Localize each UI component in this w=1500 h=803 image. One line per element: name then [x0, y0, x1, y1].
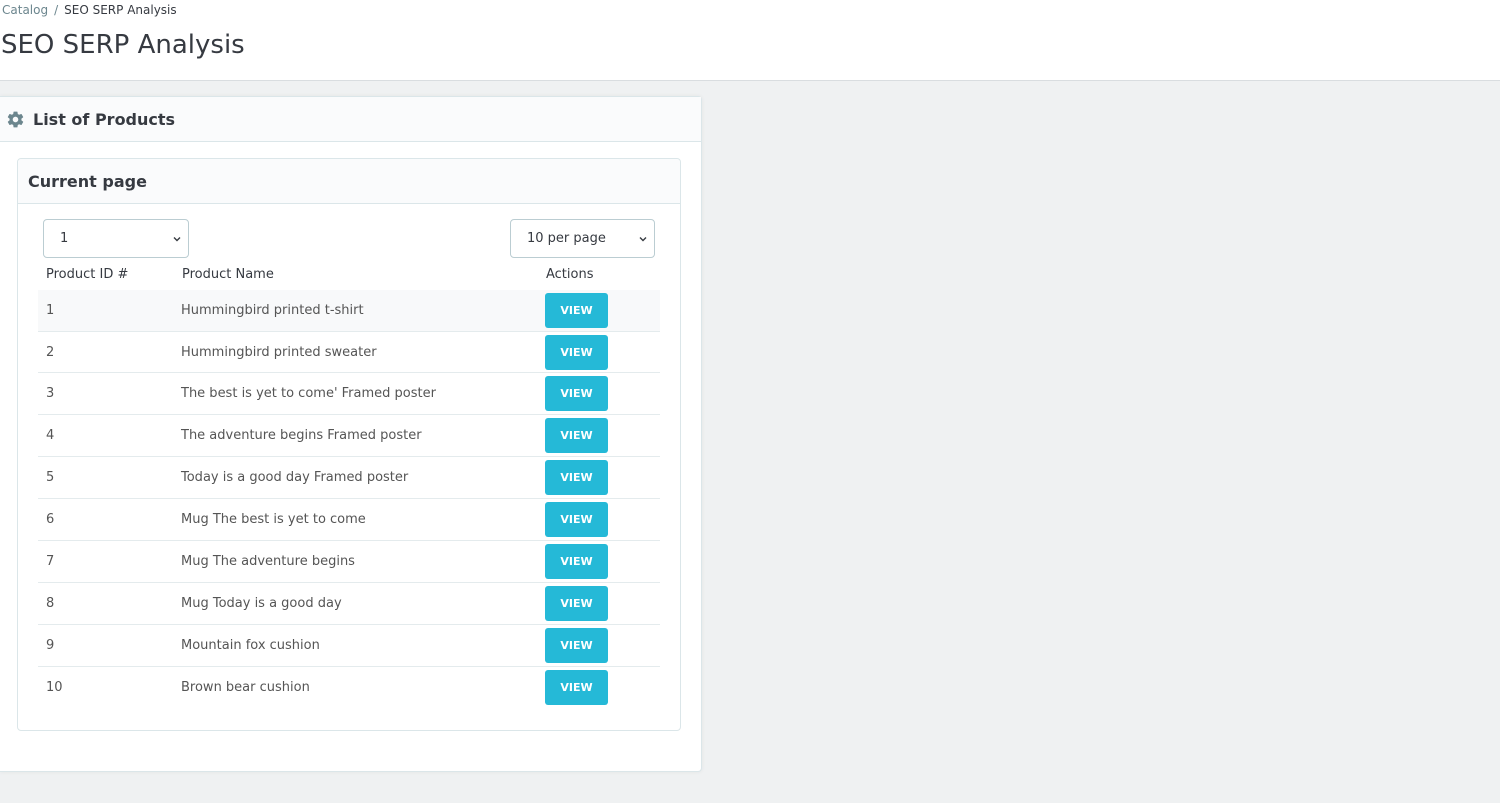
view-button[interactable]: VIEW [545, 502, 608, 537]
view-button[interactable]: VIEW [545, 293, 608, 328]
chevron-down-icon [639, 237, 647, 242]
view-button[interactable]: VIEW [545, 628, 608, 663]
panel-heading: List of Products [0, 97, 701, 142]
product-id-cell: 3 [46, 386, 55, 401]
table-row: 3 The best is yet to come' Framed poster… [38, 372, 660, 414]
table-row: 8 Mug Today is a good day VIEW [38, 582, 660, 624]
column-header-actions: Actions [546, 267, 594, 282]
view-button[interactable]: VIEW [545, 376, 608, 411]
products-panel: List of Products Current page 1 10 per p… [0, 96, 702, 772]
per-page-select-value: 10 per page [527, 231, 606, 246]
gear-icon [7, 111, 24, 127]
product-id-cell: 7 [46, 554, 55, 569]
product-name-cell: Mug The adventure begins [181, 554, 355, 569]
table-row: 4 The adventure begins Framed poster VIE… [38, 414, 660, 456]
table-row: 2 Hummingbird printed sweater VIEW [38, 331, 660, 372]
product-name-cell: Mountain fox cushion [181, 638, 320, 653]
product-id-cell: 10 [46, 680, 63, 695]
view-button[interactable]: VIEW [545, 460, 608, 495]
card-title: Current page [28, 171, 147, 191]
product-name-cell: Brown bear cushion [181, 680, 310, 695]
view-button[interactable]: VIEW [545, 670, 608, 705]
view-button[interactable]: VIEW [545, 544, 608, 579]
page-title: SEO SERP Analysis [1, 30, 245, 60]
table-row: 7 Mug The adventure begins VIEW [38, 540, 660, 582]
product-name-cell: The best is yet to come' Framed poster [181, 386, 436, 401]
page-number-select[interactable]: 1 [43, 219, 189, 258]
product-name-cell: Mug Today is a good day [181, 596, 342, 611]
view-button[interactable]: VIEW [545, 335, 608, 370]
breadcrumb-current: SEO SERP Analysis [64, 3, 177, 17]
product-id-cell: 4 [46, 428, 55, 443]
product-name-cell: Hummingbird printed sweater [181, 344, 377, 360]
table-row: 5 Today is a good day Framed poster VIEW [38, 456, 660, 498]
breadcrumb-link-catalog[interactable]: Catalog [2, 3, 48, 17]
product-id-cell: 1 [46, 303, 55, 318]
product-name-cell: Today is a good day Framed poster [181, 470, 409, 485]
table-row: 6 Mug The best is yet to come VIEW [38, 498, 660, 540]
product-id-cell: 6 [46, 512, 55, 527]
product-id-cell: 9 [46, 638, 55, 653]
table-row: 10 Brown bear cushion VIEW [38, 666, 660, 708]
product-table-body: 1 Hummingbird printed t-shirt VIEW 2 Hum… [38, 290, 660, 708]
product-id-cell: 5 [46, 470, 55, 485]
page-header: Catalog / SEO SERP Analysis SEO SERP Analy… [0, 0, 1500, 81]
view-button[interactable]: VIEW [545, 418, 608, 453]
breadcrumb: Catalog / SEO SERP Analysis [2, 2, 177, 18]
product-name-cell: The adventure begins Framed poster [181, 428, 422, 443]
table-row: 1 Hummingbird printed t-shirt VIEW [38, 290, 660, 331]
product-id-cell: 8 [46, 596, 55, 611]
product-name-cell: Hummingbird printed t-shirt [181, 303, 364, 318]
view-button[interactable]: VIEW [545, 586, 608, 621]
product-id-cell: 2 [46, 344, 55, 360]
chevron-down-icon [173, 237, 181, 242]
card-header: Current page [18, 159, 680, 204]
current-page-card: Current page 1 10 per page Product ID # … [17, 158, 681, 731]
product-name-cell: Mug The best is yet to come [181, 512, 366, 527]
column-header-product-id: Product ID # [46, 267, 129, 282]
breadcrumb-separator: / [54, 3, 59, 17]
column-header-product-name: Product Name [182, 267, 274, 282]
per-page-select[interactable]: 10 per page [510, 219, 655, 258]
panel-title: List of Products [33, 109, 176, 129]
table-row: 9 Mountain fox cushion VIEW [38, 624, 660, 666]
page-number-select-value: 1 [60, 231, 69, 246]
